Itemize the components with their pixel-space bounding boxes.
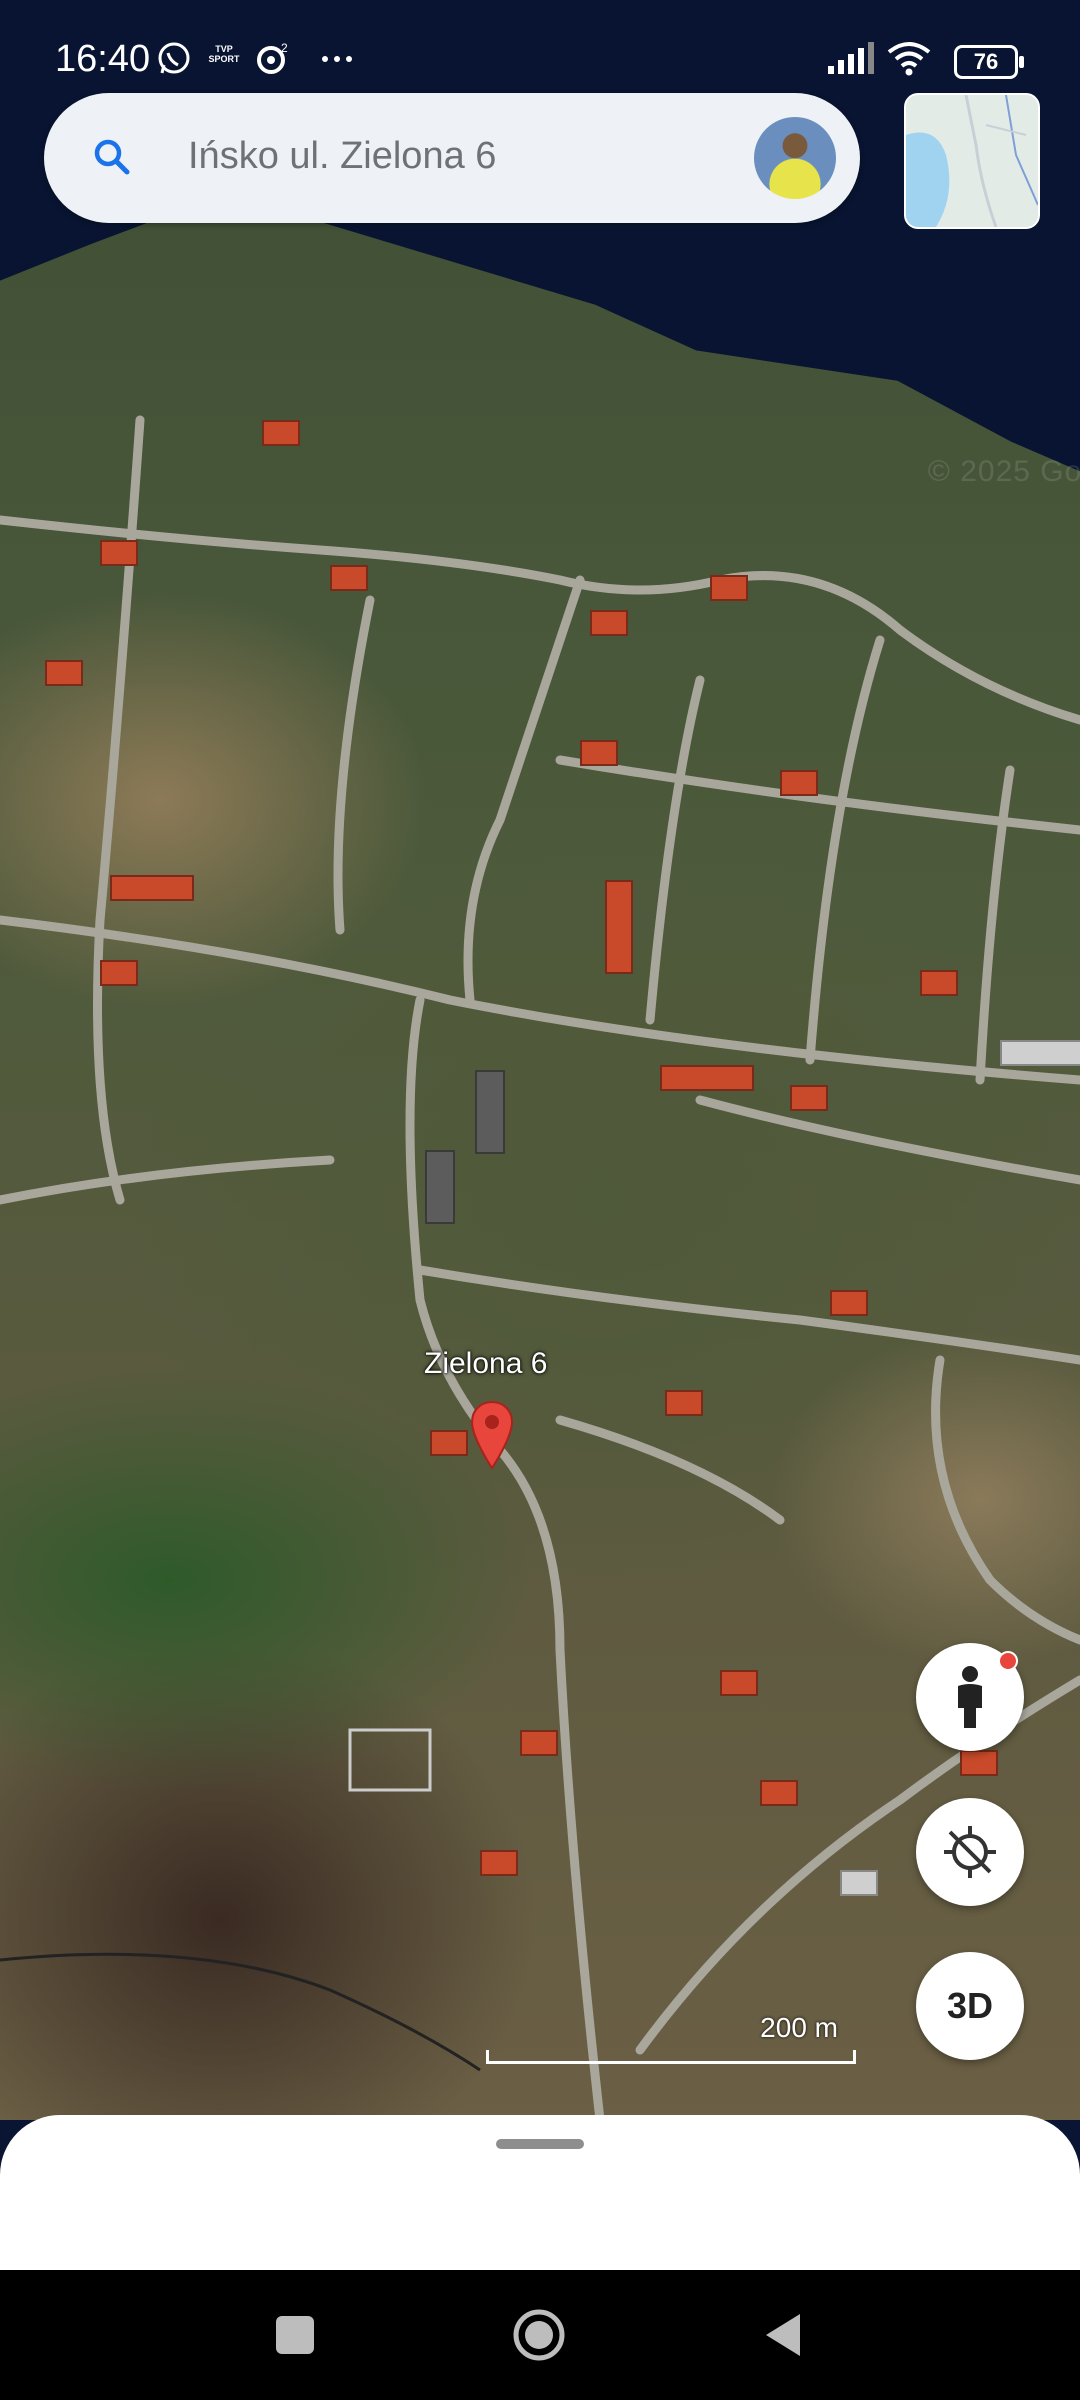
building [830,1290,868,1316]
pin-label: Zielona 6 [424,1347,548,1380]
my-location-button[interactable] [916,1798,1024,1906]
building [780,770,818,796]
signal-bars-icon [828,42,874,74]
wifi-icon [887,42,931,76]
sheet-drag-handle[interactable] [496,2139,584,2149]
battery-indicator: 76 [954,45,1024,79]
gps-off-icon [944,1826,996,1878]
tvp-sport-icon: TVP SPORT [208,44,240,64]
building [720,1670,758,1696]
notification-dot [998,1651,1018,1671]
building [520,1730,558,1756]
building [100,960,138,986]
building [475,1070,505,1154]
building [920,970,958,996]
street-view-button[interactable] [916,1643,1024,1751]
building [110,875,194,901]
search-input[interactable]: Ińsko ul. Zielona 6 [188,135,496,178]
scale-bar [486,2050,856,2064]
building [480,1850,518,1876]
map-layer-thumbnail-icon [906,95,1038,227]
building [840,1870,878,1896]
map-layer-button[interactable] [904,93,1040,229]
location-pin-icon[interactable] [470,1400,514,1470]
building [425,1150,455,1224]
map-scale: 200 m [486,2012,856,2070]
pegman-icon [958,1666,982,1728]
building [710,575,748,601]
building [665,1390,703,1416]
three-d-button[interactable]: 3D [916,1952,1024,2060]
square-icon[interactable] [268,2308,322,2362]
svg-text:2: 2 [281,41,288,55]
building [580,740,618,766]
building [330,565,368,591]
building [1000,1040,1080,1066]
road-network [0,415,1080,2120]
building [262,420,300,446]
building [960,1750,998,1776]
building [100,540,138,566]
search-bar[interactable]: Ińsko ul. Zielona 6 [44,93,860,223]
building [760,1780,798,1806]
building [605,880,633,974]
navigation-bar [0,2270,1080,2400]
building [590,610,628,636]
building [430,1430,468,1456]
search-icon[interactable] [88,133,138,183]
clock: 16:40 [55,38,151,80]
scale-label: 200 m [760,2012,838,2043]
triangle-back-icon[interactable] [758,2308,812,2362]
building [790,1085,828,1111]
satellite-map[interactable]: © 2025 Goo [0,0,1080,2120]
bottom-sheet[interactable] [0,2115,1080,2270]
more-dots-icon [322,56,352,62]
whatsapp-icon [158,42,190,74]
building [45,660,83,686]
building [660,1065,754,1091]
circle-icon[interactable] [512,2308,566,2362]
avatar[interactable] [754,117,836,199]
threads-icon: 2 [257,41,288,74]
